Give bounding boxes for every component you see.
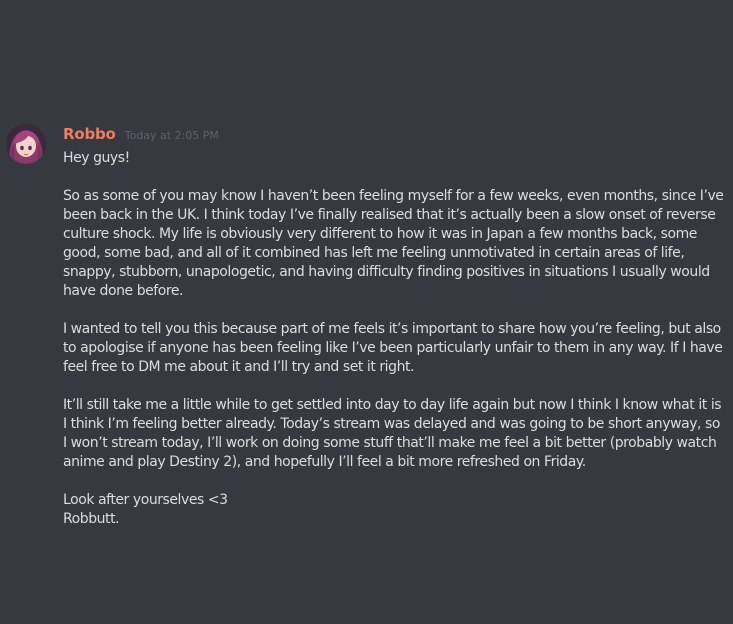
anime-girl-avatar-icon <box>6 124 46 164</box>
timestamp: Today at 2:05 PM <box>124 129 219 142</box>
chat-message: Robbo Today at 2:05 PM Hey guys! So as s… <box>0 0 733 624</box>
username[interactable]: Robbo <box>63 125 116 143</box>
message-paragraph: Hey guys! <box>63 150 130 166</box>
message-paragraph: I wanted to tell you this because part o… <box>63 321 723 375</box>
message-header: Robbo Today at 2:05 PM <box>63 124 219 146</box>
message-paragraph: So as some of you may know I haven’t bee… <box>63 188 724 299</box>
message-signature: Robbutt. <box>63 511 120 527</box>
user-avatar[interactable] <box>6 124 46 164</box>
message-paragraph: It’ll still take me a little while to ge… <box>63 397 722 470</box>
message-content: Hey guys! So as some of you may know I h… <box>63 149 725 529</box>
message-paragraph: Look after yourselves <3 <box>63 492 228 508</box>
